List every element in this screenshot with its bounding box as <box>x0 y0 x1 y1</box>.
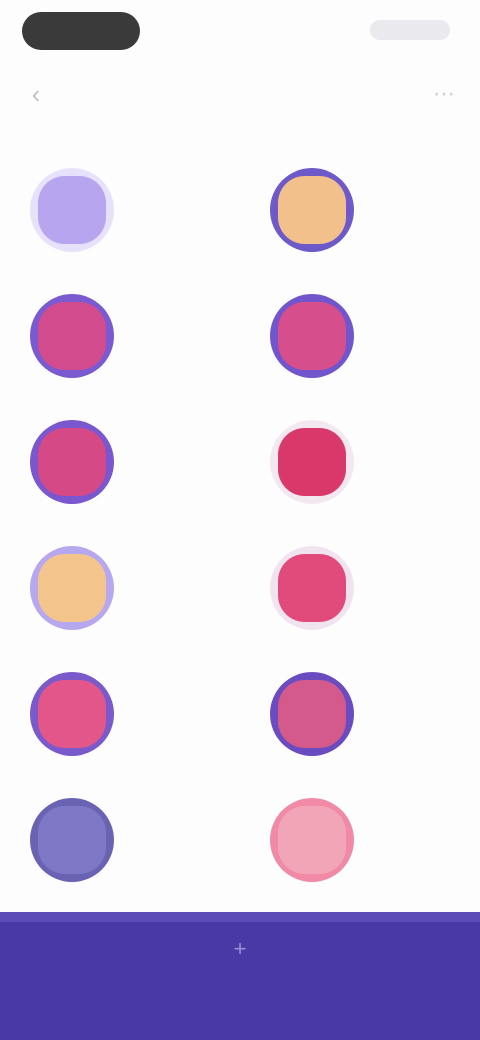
status-pill <box>22 12 140 50</box>
status-indicators <box>370 20 450 40</box>
more-icon[interactable]: ⋯ <box>430 80 458 108</box>
bottom-bar-label[interactable] <box>110 974 370 998</box>
grid-item[interactable] <box>0 654 240 774</box>
avatar-icon[interactable] <box>270 546 354 630</box>
avatar-icon[interactable] <box>270 168 354 252</box>
add-icon[interactable]: + <box>220 934 260 964</box>
avatar-art <box>38 806 106 874</box>
app-screen: ‹ ⋯ + <box>0 0 480 1040</box>
bottom-bar-divider <box>0 912 480 922</box>
avatar-art <box>38 680 106 748</box>
avatar-art <box>278 554 346 622</box>
grid-item[interactable] <box>0 150 240 270</box>
avatar-art <box>278 428 346 496</box>
avatar-art <box>278 302 346 370</box>
avatar-icon[interactable] <box>270 672 354 756</box>
grid-item[interactable] <box>0 780 240 900</box>
grid-item[interactable] <box>240 528 480 648</box>
avatar-icon[interactable] <box>270 798 354 882</box>
header: ‹ ⋯ <box>0 64 480 124</box>
page-title <box>140 76 340 110</box>
status-bar <box>0 0 480 64</box>
avatar-icon[interactable] <box>30 294 114 378</box>
bottom-action-bar[interactable]: + <box>0 912 480 1040</box>
avatar-art <box>278 806 346 874</box>
grid-item[interactable] <box>240 276 480 396</box>
avatar-art <box>38 554 106 622</box>
grid-item[interactable] <box>0 402 240 522</box>
grid-item[interactable] <box>240 150 480 270</box>
grid-item[interactable] <box>0 528 240 648</box>
grid-item[interactable] <box>240 402 480 522</box>
avatar-icon[interactable] <box>30 420 114 504</box>
grid-item[interactable] <box>240 654 480 774</box>
avatar-icon[interactable] <box>30 546 114 630</box>
grid-item[interactable] <box>0 276 240 396</box>
chevron-left-icon[interactable]: ‹ <box>22 80 50 108</box>
item-grid <box>0 150 480 910</box>
avatar-art <box>38 428 106 496</box>
avatar-icon[interactable] <box>30 672 114 756</box>
avatar-art <box>38 302 106 370</box>
avatar-art <box>38 176 106 244</box>
avatar-icon[interactable] <box>270 420 354 504</box>
avatar-icon[interactable] <box>30 798 114 882</box>
avatar-icon[interactable] <box>30 168 114 252</box>
avatar-icon[interactable] <box>270 294 354 378</box>
avatar-art <box>278 176 346 244</box>
grid-item[interactable] <box>240 780 480 900</box>
avatar-art <box>278 680 346 748</box>
